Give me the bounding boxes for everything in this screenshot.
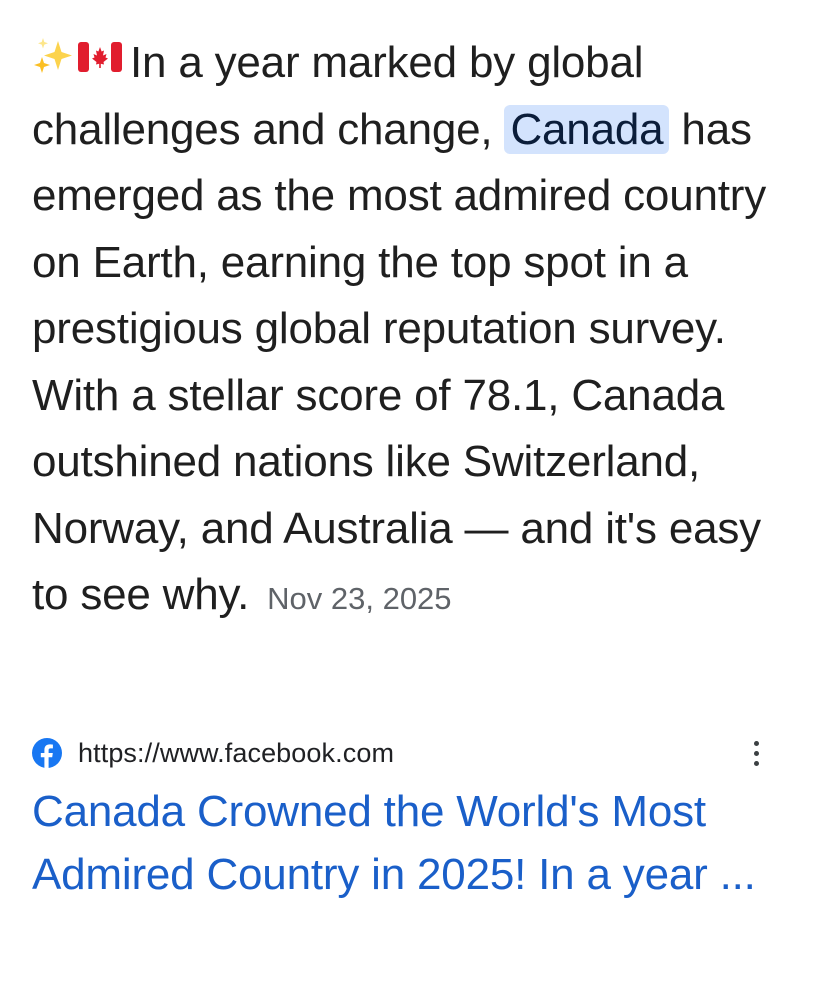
- snippet-text-after: has emerged as the most admired country …: [32, 104, 767, 620]
- snippet-emojis: [32, 35, 122, 79]
- snippet-date: Nov 23, 2025: [267, 581, 452, 616]
- result-source-row[interactable]: https://www.facebook.com: [32, 733, 792, 773]
- canada-flag-icon: [78, 42, 122, 72]
- more-options-button[interactable]: [744, 735, 768, 771]
- result-title-link[interactable]: Canada Crowned the World's Most Admired …: [32, 780, 792, 906]
- highlighted-term: Canada: [504, 104, 670, 154]
- sparkles-icon: [34, 38, 72, 73]
- more-vert-icon-dot-3: [753, 760, 759, 766]
- more-vert-icon-dot-2: [753, 750, 759, 756]
- source-url[interactable]: https://www.facebook.com: [78, 738, 394, 769]
- more-vert-icon: [753, 740, 759, 746]
- search-snippet: In a year marked by global challenges an…: [32, 30, 792, 633]
- facebook-icon: [32, 738, 62, 768]
